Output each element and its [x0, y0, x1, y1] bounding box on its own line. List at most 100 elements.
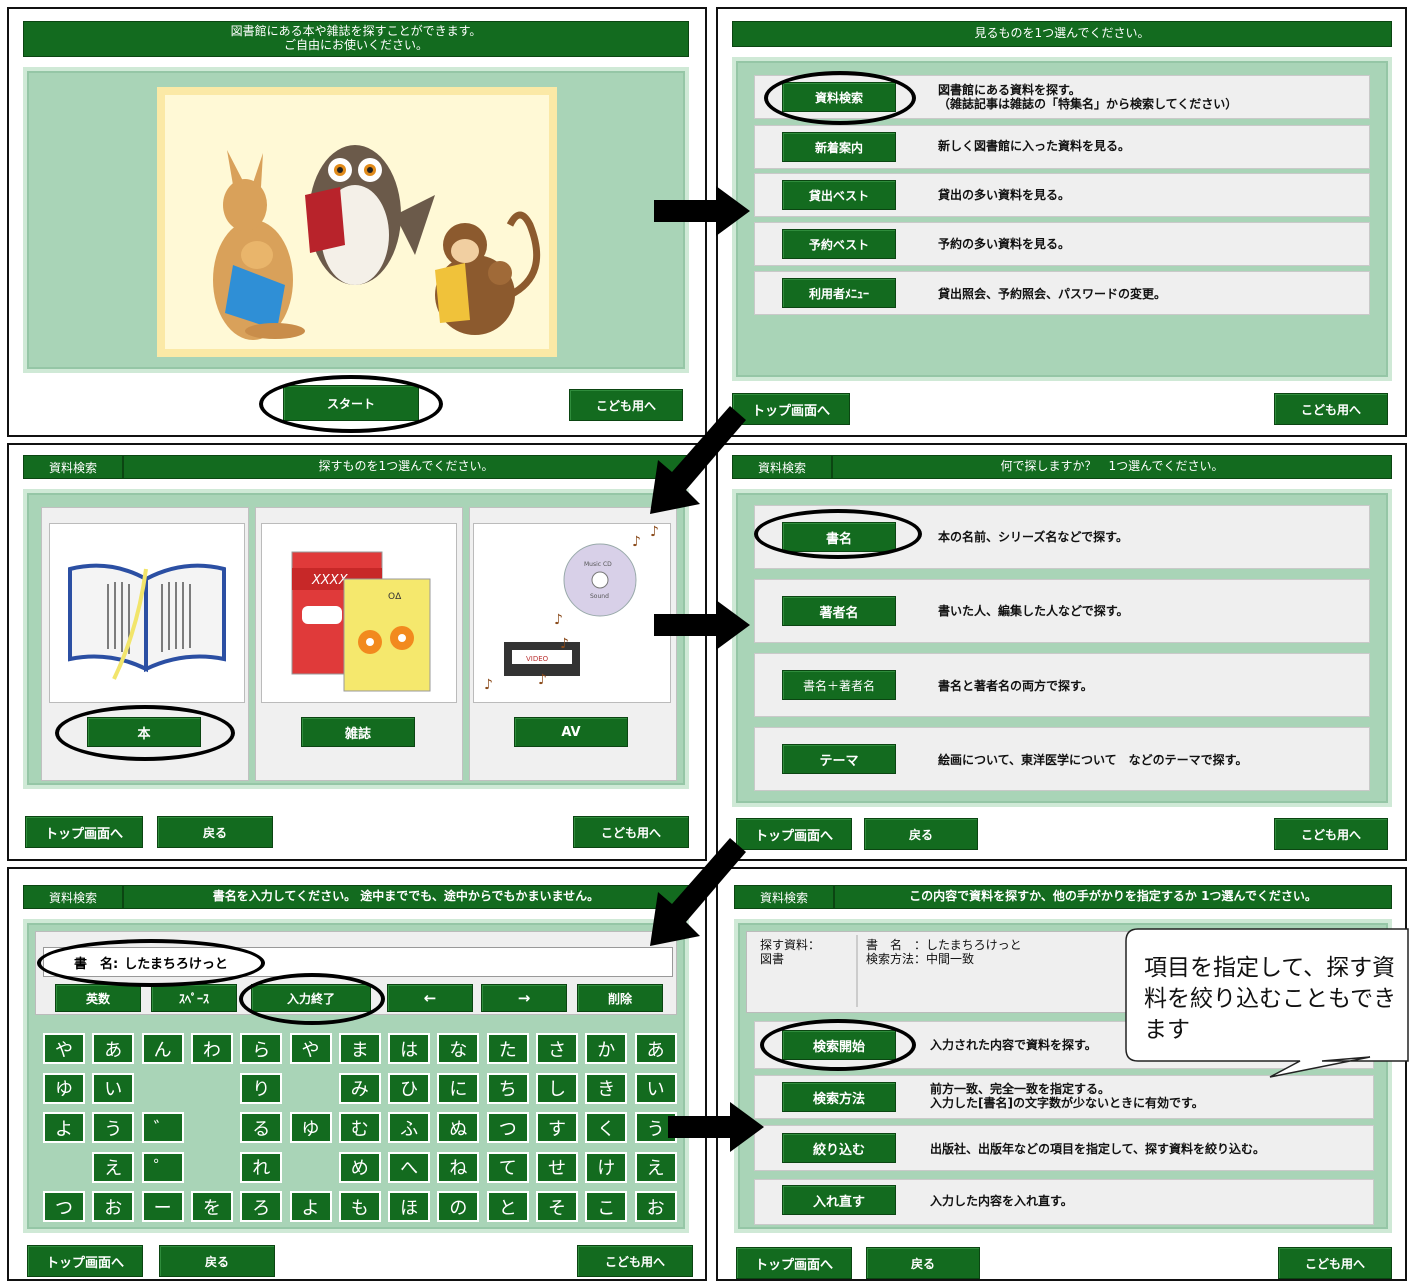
kana-key[interactable]: わ	[190, 1033, 233, 1064]
kana-key[interactable]: ね	[437, 1151, 480, 1183]
kana-key[interactable]: り	[240, 1072, 283, 1104]
top-screen-button[interactable]: トップ画面へ	[25, 816, 143, 848]
search-method-button[interactable]: 検索方法	[782, 1082, 896, 1112]
kana-key[interactable]: む	[338, 1112, 381, 1143]
kana-key[interactable]: ゆ	[43, 1072, 85, 1104]
title-input-field[interactable]: 書 名: したまちろけっと	[43, 947, 673, 977]
kana-key[interactable]: か	[585, 1033, 628, 1064]
kana-key[interactable]: つ	[43, 1191, 85, 1222]
back-button[interactable]: 戻る	[159, 1245, 275, 1277]
kana-key[interactable]: ほ	[388, 1191, 431, 1222]
kana-key[interactable]: い	[634, 1072, 677, 1104]
kana-key[interactable]: ー	[141, 1191, 184, 1222]
kana-key[interactable]: け	[585, 1151, 628, 1183]
input-done-button[interactable]: 入力終了	[251, 984, 371, 1012]
kana-key[interactable]: の	[437, 1191, 480, 1222]
kana-key[interactable]: う	[92, 1112, 135, 1143]
kids-mode-button[interactable]: こども用へ	[577, 1245, 693, 1277]
kana-key[interactable]: て	[486, 1151, 529, 1183]
reserve-best-button[interactable]: 予約ベスト	[782, 229, 896, 259]
kana-key[interactable]: あ	[634, 1033, 677, 1064]
top-screen-button[interactable]: トップ画面へ	[736, 818, 852, 850]
title-input-header: 書名を入力してください。 途中まででも、途中からでもかまいません。	[123, 885, 689, 909]
kana-key[interactable]: さ	[536, 1033, 578, 1064]
kana-key[interactable]: ら	[240, 1033, 283, 1064]
kids-mode-button[interactable]: こども用へ	[573, 816, 689, 848]
kana-key[interactable]: ゆ	[289, 1112, 332, 1143]
reenter-button[interactable]: 入れ直す	[782, 1185, 896, 1215]
kana-key[interactable]: ゛	[141, 1112, 184, 1143]
kana-key[interactable]: と	[486, 1191, 529, 1222]
kana-key[interactable]: み	[338, 1072, 381, 1104]
kana-key[interactable]: し	[536, 1072, 578, 1104]
kids-mode-button[interactable]: こども用へ	[1274, 393, 1388, 425]
kana-key[interactable]: お	[92, 1191, 135, 1222]
magazine-image: XXXX OΔ	[261, 523, 457, 703]
kana-key[interactable]: く	[585, 1112, 628, 1143]
user-menu-button[interactable]: 利用者ﾒﾆｭｰ	[782, 278, 896, 308]
kana-key[interactable]: ふ	[388, 1112, 431, 1143]
kana-key[interactable]: な	[437, 1033, 480, 1064]
kana-key[interactable]: へ	[388, 1151, 431, 1183]
kids-mode-button[interactable]: こども用へ	[1274, 818, 1388, 850]
kana-key[interactable]: き	[585, 1072, 628, 1104]
kana-key[interactable]: た	[486, 1033, 529, 1064]
kana-key[interactable]: め	[338, 1151, 381, 1183]
back-button[interactable]: 戻る	[157, 816, 273, 848]
cursor-right-button[interactable]: →	[481, 984, 567, 1012]
kana-key[interactable]: ひ	[388, 1072, 431, 1104]
cursor-left-button[interactable]: ←	[387, 984, 473, 1012]
kana-key[interactable]: や	[289, 1033, 332, 1064]
kana-key[interactable]: る	[240, 1112, 283, 1143]
top-screen-button[interactable]: トップ画面へ	[732, 393, 850, 425]
theme-button[interactable]: テーマ	[782, 744, 896, 774]
kana-key[interactable]: い	[92, 1072, 135, 1104]
kana-key[interactable]: せ	[536, 1151, 578, 1183]
back-button[interactable]: 戻る	[866, 1247, 980, 1279]
back-button[interactable]: 戻る	[864, 818, 978, 850]
kana-key[interactable]: よ	[289, 1191, 332, 1222]
material-search-button[interactable]: 資料検索	[782, 82, 896, 112]
kana-key[interactable]: ま	[338, 1033, 381, 1064]
author-button[interactable]: 著者名	[782, 596, 896, 626]
start-button[interactable]: スタート	[283, 385, 419, 421]
kana-key[interactable]: よ	[43, 1112, 85, 1143]
kana-key[interactable]: え	[92, 1151, 135, 1183]
av-button[interactable]: AV	[514, 717, 628, 747]
search-by-header: 何で探しますか？ 1つ選んでください。	[832, 455, 1392, 479]
kana-key[interactable]: す	[536, 1112, 578, 1143]
kana-key[interactable]: お	[634, 1191, 677, 1222]
kids-mode-button[interactable]: こども用へ	[569, 389, 683, 421]
kana-key[interactable]: れ	[240, 1151, 283, 1183]
loan-best-button[interactable]: 貸出ベスト	[782, 180, 896, 210]
alphanumeric-button[interactable]: 英数	[55, 984, 141, 1012]
kana-key[interactable]: ろ	[240, 1191, 283, 1222]
new-arrivals-button[interactable]: 新着案内	[782, 132, 896, 162]
title-and-author-button[interactable]: 書名＋著者名	[782, 670, 896, 700]
top-screen-button[interactable]: トップ画面へ	[736, 1247, 852, 1279]
delete-button[interactable]: 削除	[577, 984, 663, 1012]
title-button[interactable]: 書名	[782, 522, 896, 552]
kana-key[interactable]: に	[437, 1072, 480, 1104]
kana-key[interactable]: え	[634, 1151, 677, 1183]
kana-key[interactable]: そ	[536, 1191, 578, 1222]
kana-key[interactable]: ぬ	[437, 1112, 480, 1143]
kana-key[interactable]: は	[388, 1033, 431, 1064]
space-button[interactable]: ｽﾍﾟｰｽ	[151, 984, 237, 1012]
kana-key[interactable]: こ	[585, 1191, 628, 1222]
kana-key[interactable]: ん	[141, 1033, 184, 1064]
kids-mode-button[interactable]: こども用へ	[1278, 1247, 1392, 1279]
kana-key[interactable]: を	[190, 1191, 233, 1222]
kana-key[interactable]: ち	[486, 1072, 529, 1104]
kana-key[interactable]: う	[634, 1112, 677, 1143]
kana-key[interactable]: つ	[486, 1112, 529, 1143]
kana-key[interactable]: も	[338, 1191, 381, 1222]
magazine-button[interactable]: 雑誌	[301, 717, 415, 747]
book-button[interactable]: 本	[87, 717, 201, 747]
kana-key[interactable]: や	[43, 1033, 85, 1064]
kana-key[interactable]: あ	[92, 1033, 135, 1064]
top-screen-button[interactable]: トップ画面へ	[27, 1245, 143, 1277]
narrow-down-button[interactable]: 絞り込む	[782, 1133, 896, 1163]
kana-key[interactable]: ゜	[141, 1151, 184, 1183]
search-start-button[interactable]: 検索開始	[782, 1030, 896, 1060]
